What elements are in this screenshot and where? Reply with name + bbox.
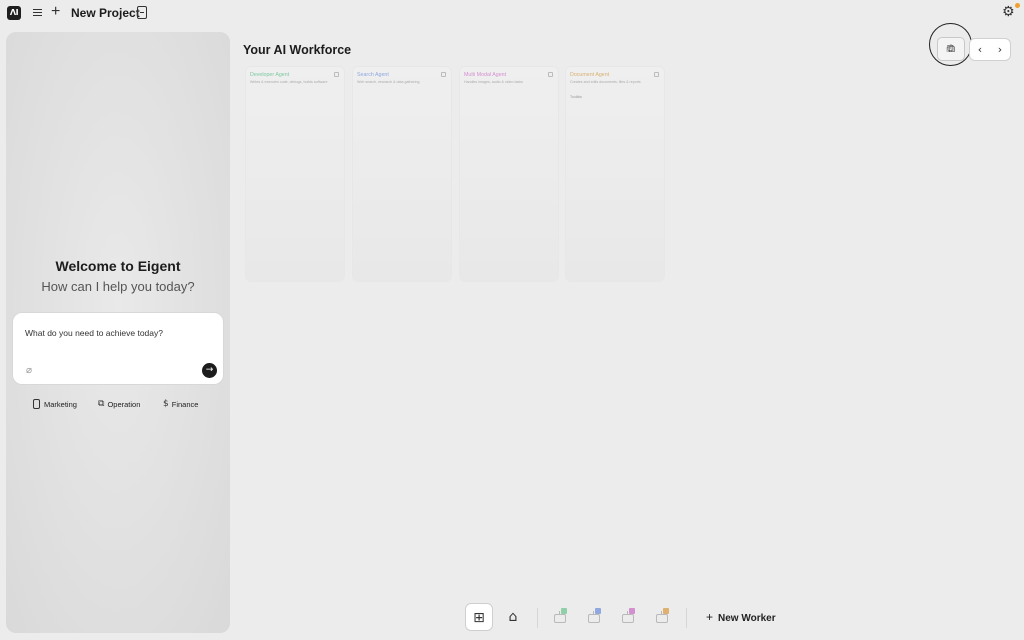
expand-icon[interactable] (548, 72, 553, 77)
chat-input[interactable] (25, 325, 215, 341)
worker-bot-icon[interactable] (654, 608, 670, 626)
welcome-subtitle: How can I help you today? (41, 279, 195, 294)
divider (537, 608, 538, 628)
agent-toolkits: Toolkits (570, 95, 582, 99)
chevron-right-icon[interactable]: › (990, 39, 1010, 60)
agent-card-search[interactable]: Search Agent Web search, research & data… (353, 67, 451, 281)
page-title: Your AI Workforce (243, 43, 352, 57)
worker-bot-icon[interactable] (586, 608, 602, 626)
file-icon[interactable] (137, 6, 147, 19)
expand-icon[interactable] (654, 72, 659, 77)
pager: ‹ › (969, 38, 1011, 61)
expand-icon[interactable] (441, 72, 446, 77)
expand-icon[interactable] (334, 72, 339, 77)
agent-card-document[interactable]: Document Agent Creates and edits documen… (566, 67, 664, 281)
worker-bot-icon[interactable] (552, 608, 568, 626)
agent-name: Document Agent (570, 72, 610, 78)
chip-finance[interactable]: $ Finance (163, 397, 198, 411)
new-worker-label: New Worker (718, 613, 776, 624)
agent-description: Web search, research & data gathering (357, 80, 420, 84)
agent-description: Writes & executes code, debugs, builds s… (250, 80, 328, 84)
send-button[interactable]: → (202, 363, 217, 378)
agent-name: Developer Agent (250, 72, 290, 78)
workflow-icon: ⧉ (98, 399, 105, 409)
new-project-button[interactable]: + (51, 3, 60, 21)
badge-icon (595, 608, 601, 614)
app-logo: ΛI (7, 6, 21, 20)
notification-dot (1015, 3, 1020, 8)
chevron-left-icon[interactable]: ‹ (970, 39, 990, 60)
chip-label: Operation (107, 399, 141, 409)
chip-operation[interactable]: ⧉ Operation (98, 397, 140, 411)
agent-description: Handles images, audio & video tasks (464, 80, 523, 84)
top-bar: ΛI + New Project ⚙ (0, 0, 1024, 26)
phone-icon (33, 399, 40, 409)
chat-panel: Welcome to Eigent How can I help you tod… (6, 32, 230, 633)
badge-icon (561, 608, 567, 614)
inbox-icon[interactable]: ⌂ (499, 603, 527, 631)
welcome-title: Welcome to Eigent (55, 258, 181, 274)
bottom-toolbar: ⊞ ⌂ + New Worker (0, 600, 1024, 636)
chat-input-box: ⌀ → (12, 312, 224, 385)
new-worker-button[interactable]: + New Worker (706, 610, 776, 624)
chip-label: Finance (171, 399, 199, 409)
paperclip-icon[interactable]: ⌀ (26, 365, 32, 376)
agent-card-developer[interactable]: Developer Agent Writes & executes code, … (246, 67, 344, 281)
hamburger-icon[interactable] (31, 7, 43, 19)
chip-marketing[interactable]: Marketing (33, 397, 77, 411)
agent-name: Multi Modal Agent (464, 72, 507, 78)
plus-icon: + (706, 610, 714, 624)
worker-bot-icon[interactable] (620, 608, 636, 626)
project-title: New Project (71, 6, 140, 20)
agent-name: Search Agent (357, 72, 389, 78)
badge-icon (663, 608, 669, 614)
grid-icon[interactable]: ⊞ (465, 603, 493, 631)
agent-description: Creates and edits documents, files & rep… (570, 80, 641, 84)
divider (686, 608, 687, 628)
gear-icon[interactable]: ⚙ (1002, 5, 1015, 19)
quick-actions: Marketing ⧉ Operation $ Finance (6, 397, 230, 411)
hand-cursor-icon: ☝ (946, 42, 953, 55)
dollar-icon: $ (163, 399, 169, 409)
chip-label: Marketing (44, 399, 77, 409)
agent-card-multimodal[interactable]: Multi Modal Agent Handles images, audio … (460, 67, 558, 281)
badge-icon (629, 608, 635, 614)
